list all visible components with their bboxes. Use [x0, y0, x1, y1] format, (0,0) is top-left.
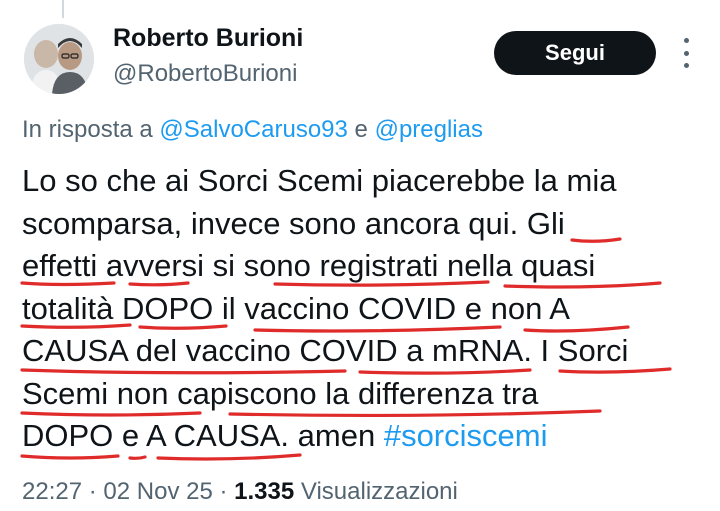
meta-separator: · — [88, 478, 97, 505]
meta-separator: · — [219, 478, 228, 505]
tweet-date[interactable]: 02 Nov 25 — [103, 478, 212, 505]
tweet-line: scomparsa, invece sono ancora qui. Gli — [22, 205, 565, 241]
more-dot — [683, 50, 689, 56]
reply-prefix: In risposta a — [22, 116, 153, 143]
tweet-line: Lo so che ai Sorci Scemi piacerebbe la m… — [22, 163, 617, 198]
avatar-photo — [24, 24, 94, 94]
tweet-time[interactable]: 22:27 — [22, 478, 82, 505]
author-name[interactable]: Roberto Burioni — [113, 24, 303, 53]
tweet-line-text: DOPO e A CAUSA. amen — [22, 418, 376, 453]
hashtag-link[interactable]: #sorciscemi — [384, 418, 548, 453]
tweet-metadata: 22:27 · 02 Nov 25 · 1.335 Visualizzazion… — [22, 478, 458, 506]
tweet-text: Lo so che ai Sorci Scemi piacerebbe la m… — [22, 160, 702, 458]
views-label: Visualizzazioni — [300, 478, 458, 505]
tweet-line: effetti avversi si sono registrati nella… — [22, 248, 596, 283]
tweet-line: totalità DOPO il vaccino COVID e non A — [22, 290, 570, 326]
more-dot — [683, 38, 689, 43]
more-dot — [683, 63, 689, 68]
tweet-line: Scemi non capiscono la differenza tra — [22, 375, 539, 411]
avatar[interactable] — [24, 24, 94, 94]
mention-link-2[interactable]: @preglias — [375, 116, 483, 143]
tweet-line-last: DOPO e A CAUSA. amen #sorciscemi — [22, 415, 702, 458]
thread-connector-line — [62, 0, 64, 18]
reply-conjunction: e — [354, 116, 368, 143]
author-handle[interactable]: @RobertoBurioni — [113, 60, 297, 88]
more-options-icon[interactable] — [679, 38, 693, 68]
mention-link-1[interactable]: @SalvoCaruso93 — [159, 116, 347, 143]
follow-button[interactable]: Segui — [494, 31, 656, 75]
views-count: 1.335 — [234, 478, 295, 505]
reply-context: In risposta a @SalvoCaruso93 e @preglias — [22, 116, 483, 144]
tweet-line: CAUSA del vaccino COVID a mRNA. I Sorci — [22, 333, 629, 368]
